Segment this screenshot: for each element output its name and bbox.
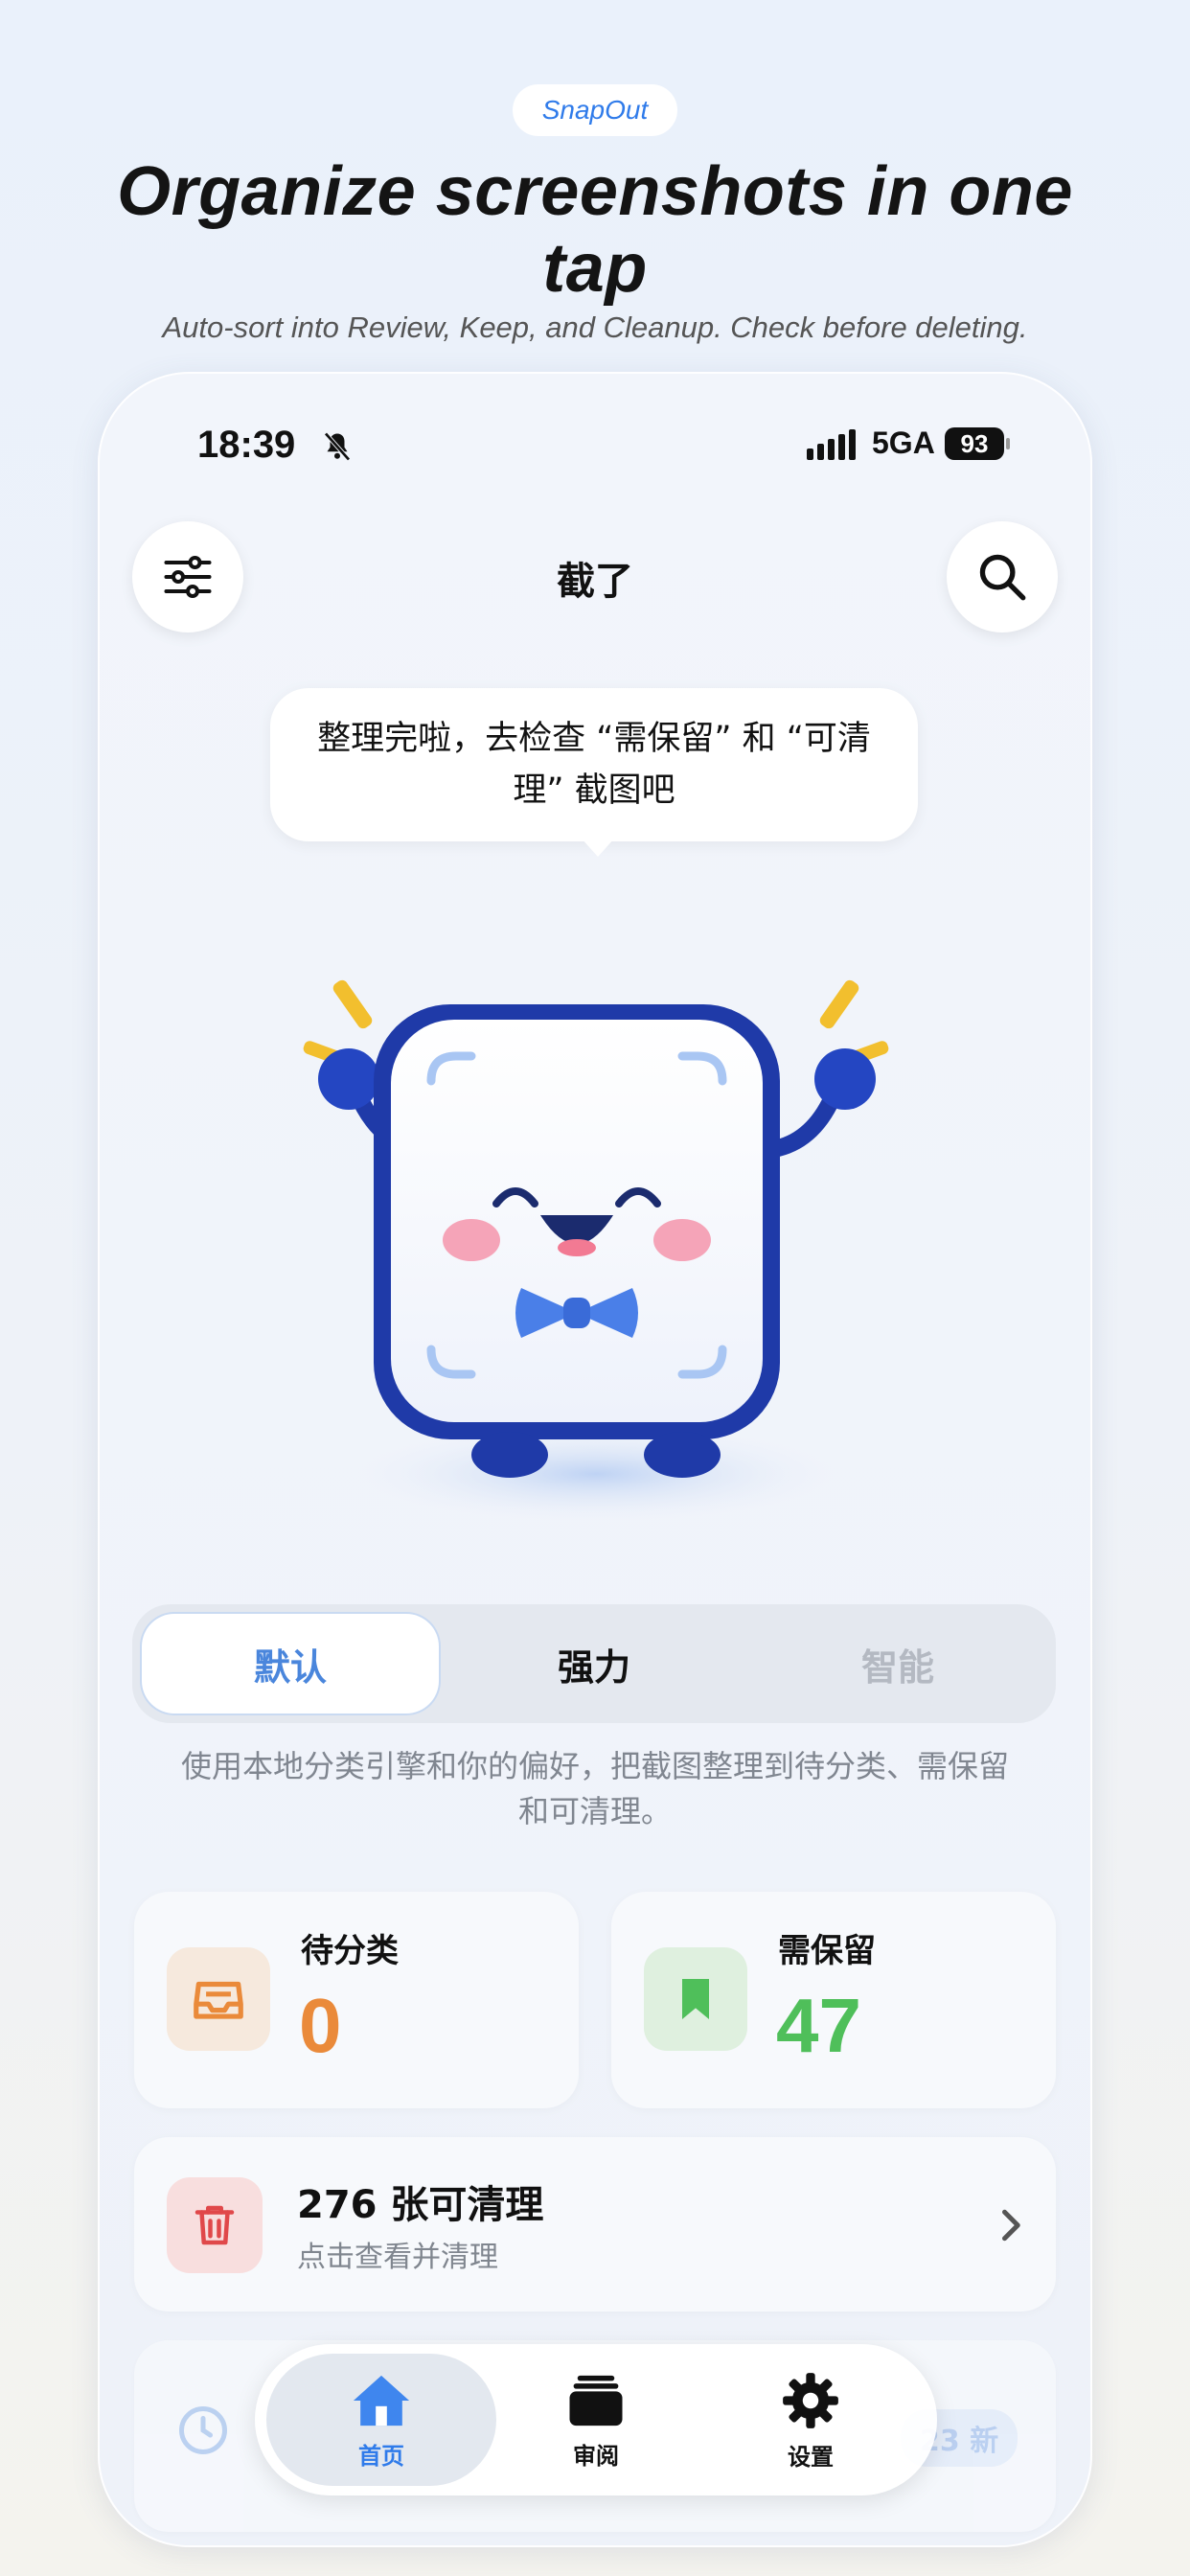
pending-label: 待分类 xyxy=(301,1932,399,1970)
network-label: 5GA xyxy=(872,426,935,460)
speech-bubble-text: 整理完啦，去检查 “需保留” 和 “可清理” 截图吧 xyxy=(317,720,871,810)
tab-settings[interactable]: 设置 xyxy=(698,2344,924,2496)
tab-home-label: 首页 xyxy=(358,2442,404,2470)
mode-default-tab[interactable]: 默认 xyxy=(142,1614,439,1714)
mode-description: 使用本地分类引擎和你的偏好，把截图整理到待分类、需保留和可清理。 xyxy=(180,1748,1009,1829)
battery-tip xyxy=(1006,438,1010,449)
battery-icon: 93 xyxy=(945,427,1004,460)
tab-bar: 首页 审阅 设置 xyxy=(255,2344,937,2496)
pending-icon-box xyxy=(167,1947,270,2051)
silent-bell-icon xyxy=(324,432,351,461)
cleanup-subtitle: 点击查看并清理 xyxy=(297,2241,498,2274)
search-icon xyxy=(979,554,1026,601)
mascot-illustration xyxy=(303,979,889,1522)
tab-settings-label: 设置 xyxy=(788,2443,834,2471)
keep-count: 47 xyxy=(776,1983,861,2068)
keep-card[interactable]: 需保留 47 xyxy=(611,1892,1056,2108)
status-time: 18:39 xyxy=(197,424,296,466)
speech-bubble-tail xyxy=(581,838,615,857)
tab-home[interactable]: 首页 xyxy=(266,2354,496,2486)
pending-card[interactable]: 待分类 0 xyxy=(134,1892,579,2108)
speech-bubble: 整理完啦，去检查 “需保留” 和 “可清理” 截图吧 xyxy=(270,688,918,841)
tab-review[interactable]: 审阅 xyxy=(483,2344,709,2496)
chevron-right-icon xyxy=(1002,2209,1020,2242)
promo-subline: Auto-sort into Review, Keep, and Cleanup… xyxy=(162,310,1028,344)
battery-level: 93 xyxy=(960,428,989,458)
cleanup-card[interactable]: 276 张可清理 点击查看并清理 xyxy=(134,2137,1056,2312)
trash-icon xyxy=(195,2205,235,2245)
gear-icon xyxy=(783,2372,838,2428)
home-icon xyxy=(353,2375,410,2426)
bookmark-icon xyxy=(682,1979,709,2019)
keep-icon-box xyxy=(644,1947,747,2051)
cleanup-icon-box xyxy=(167,2177,263,2273)
clock-icon xyxy=(179,2406,227,2454)
brand-pill: SnapOut xyxy=(513,84,677,136)
mode-strong-tab[interactable]: 强力 xyxy=(446,1614,743,1714)
keep-label: 需保留 xyxy=(778,1932,876,1970)
status-bar: 18:39 5GA 93 xyxy=(98,424,1092,491)
pending-count: 0 xyxy=(299,1983,342,2068)
search-button[interactable] xyxy=(947,521,1058,632)
app-title: 截了 xyxy=(557,560,633,604)
mode-selector: 默认 强力 智能 xyxy=(132,1604,1056,1723)
inbox-icon xyxy=(194,1981,243,2019)
signal-icon xyxy=(807,429,856,460)
cleanup-title: 276 张可清理 xyxy=(297,2183,544,2227)
stack-icon xyxy=(569,2375,623,2426)
phone-frame: 18:39 5GA 93 截了 整理完啦，去检查 “需保留” 和 “可清理” 截… xyxy=(98,372,1092,2547)
tab-review-label: 审阅 xyxy=(573,2442,619,2470)
promo-headline: Organize screenshots in one tap xyxy=(117,153,1073,307)
mode-smart-tab[interactable]: 智能 xyxy=(749,1614,1046,1714)
